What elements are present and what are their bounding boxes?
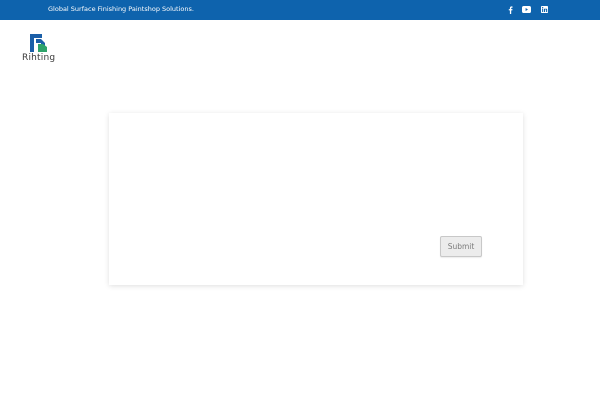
youtube-link[interactable] [520,3,533,16]
form-card: Submit [109,113,523,285]
site-header: Rihting [0,20,600,74]
linkedin-link[interactable] [539,3,549,16]
site-logo[interactable]: Rihting [22,34,58,66]
site-tagline: Global Surface Finishing Paintshop Solut… [48,5,194,13]
logo-mark-icon [30,34,47,52]
facebook-link[interactable] [505,3,515,16]
facebook-icon [508,5,512,14]
youtube-icon [522,6,531,13]
submit-button[interactable]: Submit [440,236,482,257]
top-bar: Global Surface Finishing Paintshop Solut… [0,0,600,20]
logo-text: Rihting [22,53,56,63]
linkedin-icon [540,6,548,13]
